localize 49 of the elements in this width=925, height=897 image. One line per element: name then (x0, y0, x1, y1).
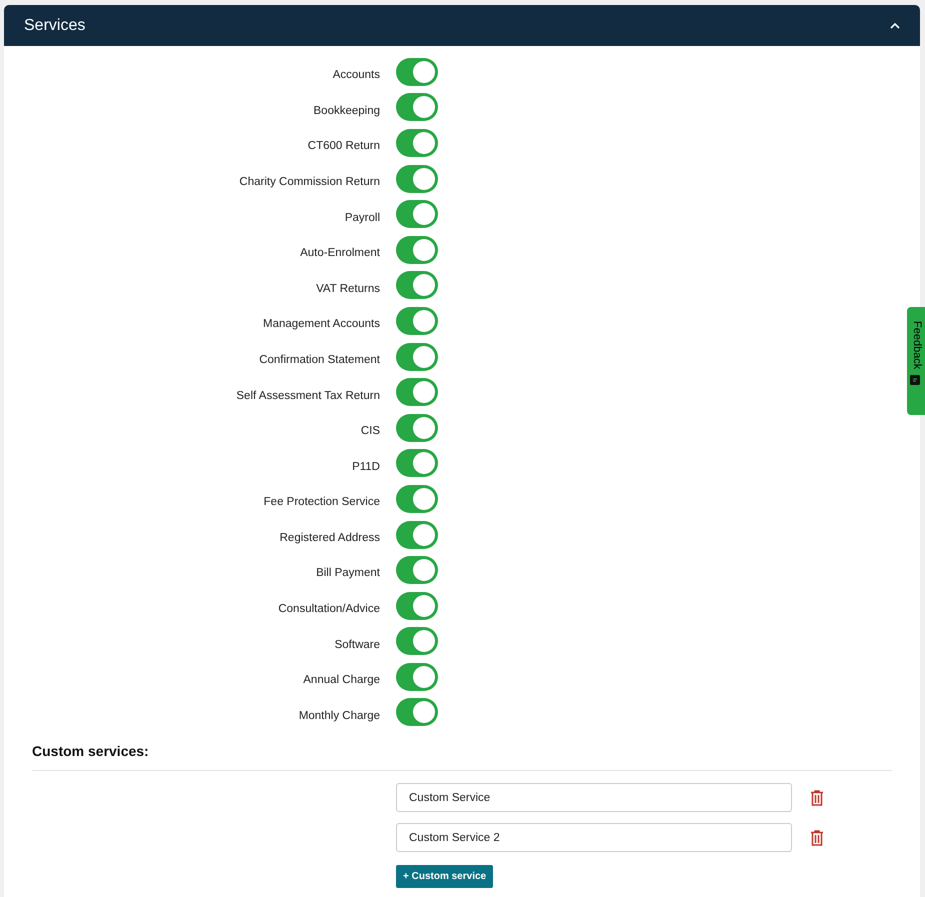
trash-icon[interactable] (810, 830, 824, 846)
service-label: CIS (360, 424, 380, 440)
panel-title: Services (24, 16, 86, 36)
service-label: Bookkeeping (314, 104, 380, 119)
service-label: Software (334, 638, 380, 653)
toggle-switch[interactable] (396, 164, 438, 193)
service-label: Registered Address (280, 530, 380, 546)
add-custom-service-button[interactable]: + Custom service (396, 865, 494, 888)
chevron-icon[interactable] (890, 22, 900, 28)
toggle-switch[interactable] (396, 378, 438, 406)
toggle-switch[interactable] (396, 449, 438, 478)
toggle-switch[interactable] (396, 58, 438, 86)
service-label: Annual Charge (303, 673, 380, 688)
service-label: Bill Payment (316, 566, 380, 582)
service-label: Management Accounts (263, 317, 380, 332)
toggle-switch[interactable] (396, 484, 438, 513)
toggle-switch[interactable] (396, 627, 438, 656)
custom-service-field[interactable]: Custom Service (396, 783, 792, 812)
service-label: Fee Protection Service (264, 495, 380, 510)
toggle-switch[interactable] (396, 414, 438, 442)
feedback-tab[interactable]: Feedback (907, 307, 925, 415)
service-label: VAT Returns (316, 282, 380, 297)
toggle-switch[interactable] (396, 271, 438, 300)
service-label: Payroll (344, 210, 380, 226)
service-label: Accounts (332, 68, 380, 84)
service-label: Auto-Enrolment (300, 246, 380, 262)
toggle-switch[interactable] (396, 236, 438, 264)
custom-service-field[interactable]: Custom Service 2 (396, 823, 792, 852)
section-heading: Custom services: (32, 743, 149, 760)
toggle-switch[interactable] (396, 93, 438, 122)
toggle-switch[interactable] (396, 592, 438, 620)
toggle-switch[interactable] (396, 200, 438, 228)
trash-icon[interactable] (810, 790, 824, 806)
toggle-switch[interactable] (396, 662, 438, 691)
toggle-switch[interactable] (396, 556, 438, 584)
service-label: Self Assessment Tax Return (236, 388, 380, 404)
feedback-icon (910, 375, 920, 386)
service-label: Monthly Charge (298, 708, 380, 724)
service-label: Confirmation Statement (259, 352, 380, 368)
toggle-switch[interactable] (396, 698, 438, 726)
service-label: Consultation/Advice (278, 602, 380, 618)
service-label: P11D (352, 460, 380, 475)
toggle-switch[interactable] (396, 128, 438, 157)
toggle-switch[interactable] (396, 306, 438, 335)
toggle-switch[interactable] (396, 520, 438, 549)
service-label: Charity Commission Return (239, 174, 380, 190)
service-label: CT600 Return (308, 139, 380, 154)
panel-header[interactable]: Services (4, 5, 920, 46)
toggle-switch[interactable] (396, 342, 438, 371)
